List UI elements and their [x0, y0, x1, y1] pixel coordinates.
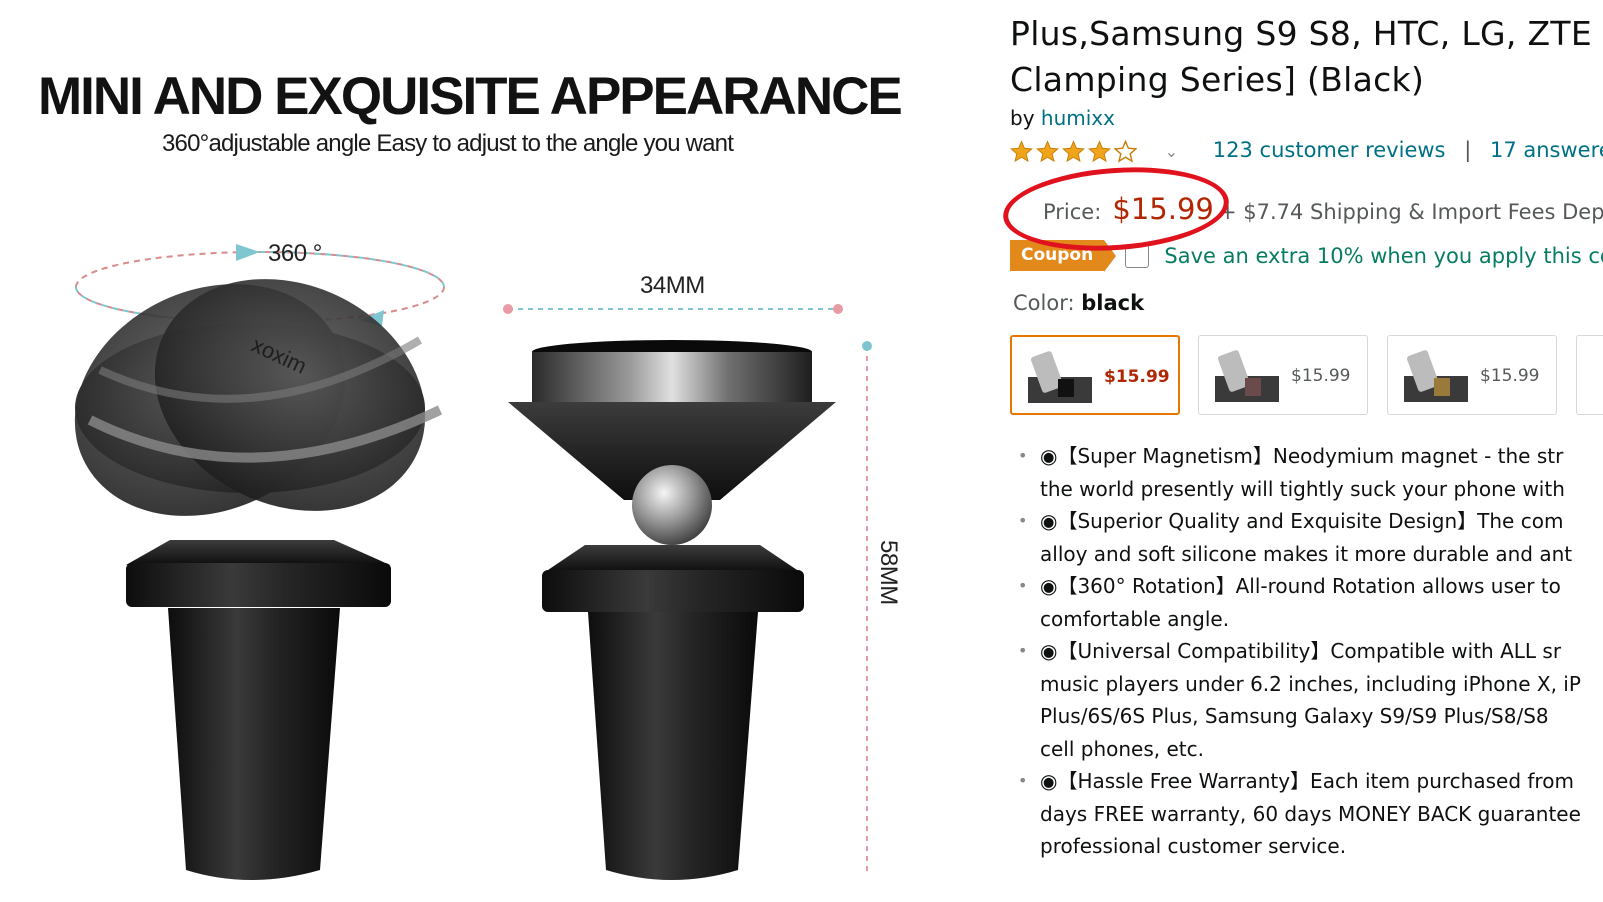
bullet-continuation: alloy and soft silicone makes it more du… — [1040, 541, 1573, 566]
hero-title: MINI AND EXQUISITE APPEARANCE — [38, 67, 903, 126]
swatch-thumbnail — [1028, 351, 1092, 403]
swatch-thumbnail — [1215, 350, 1279, 402]
color-label: Color: — [1013, 291, 1075, 315]
bullet-line: ◉【Super Magnetism】Neodymium magnet - the… — [1018, 440, 1603, 473]
customer-reviews-link[interactable]: 123 customer reviews — [1213, 138, 1446, 162]
answered-questions-link[interactable]: 17 answere — [1490, 138, 1603, 162]
bullet-continuation: cell phones, etc. — [1040, 736, 1204, 761]
swatch-thumbnail — [1404, 350, 1468, 402]
height-dimension-label: 58MM — [875, 540, 902, 605]
bullet-continuation: the world presently will tightly suck yo… — [1040, 476, 1565, 501]
brand-link[interactable]: humixx — [1041, 106, 1115, 130]
rating-row: ⌄ 123 customer reviews | 17 answere — [1010, 138, 1603, 166]
bullet-line: ◉【Universal Compatibility】Compatible wit… — [1018, 635, 1603, 668]
product-hero-image[interactable]: xoxim MINI AND EXQUISITE APPEARANCE 360°… — [0, 0, 960, 902]
product-info-panel: Plus,Samsung S9 S8, HTC, LG, ZTE Clampin… — [1010, 0, 1603, 902]
star-full-icon — [1088, 139, 1111, 162]
bullet-line: ◉【Superior Quality and Exquisite Design】… — [1018, 505, 1603, 538]
color-swatch[interactable]: $15.99 — [1010, 335, 1180, 415]
bullet-continuation: Plus/6S/6S Plus, Samsung Galaxy S9/S9 Pl… — [1040, 704, 1549, 728]
product-title-line-1: Plus,Samsung S9 S8, HTC, LG, ZTE — [1010, 14, 1593, 53]
bullet-continuation: days FREE warranty, 60 days MONEY BACK g… — [1040, 801, 1581, 826]
bullet-continuation: professional customer service. — [1040, 834, 1347, 858]
bullet-line: ◉【360° Rotation】All-round Rotation allow… — [1018, 570, 1603, 603]
coupon-text[interactable]: Save an extra 10% when you apply this co — [1164, 244, 1603, 268]
star-rating[interactable] — [1010, 138, 1147, 163]
separator: | — [1464, 138, 1472, 162]
star-empty-icon — [1114, 139, 1137, 163]
star-full-icon — [1036, 139, 1059, 162]
product-title-line-2: Clamping Series] (Black) — [1010, 60, 1425, 99]
shipping-fees: + $7.74 Shipping & Import Fees Dep — [1218, 200, 1603, 224]
color-swatch[interactable]: $15.99 — [1387, 335, 1557, 415]
byline: by humixx — [1010, 106, 1115, 130]
rotation-label: 360 ° — [268, 240, 322, 267]
swatch-price: $15.99 — [1104, 367, 1170, 387]
star-full-icon — [1010, 139, 1033, 162]
width-dimension-label: 34MM — [640, 272, 705, 299]
star-full-icon — [1062, 139, 1085, 162]
bullet-continuation: comfortable angle. — [1040, 606, 1230, 631]
color-swatch[interactable]: $15.99 — [1198, 335, 1368, 415]
color-selection: Color: black — [1013, 291, 1144, 315]
color-swatch[interactable] — [1576, 335, 1603, 415]
bullet-line: ◉【Hassle Free Warranty】Each item purchas… — [1018, 765, 1603, 798]
hero-subtitle: 360°adjustable angle Easy to adjust to t… — [162, 130, 734, 157]
by-prefix: by — [1010, 106, 1035, 130]
color-value: black — [1081, 291, 1145, 315]
chevron-down-icon[interactable]: ⌄ — [1165, 142, 1178, 161]
bullet-continuation: music players under 6.2 inches, includin… — [1040, 671, 1581, 696]
swatch-price: $15.99 — [1480, 366, 1540, 386]
swatch-price: $15.99 — [1291, 366, 1351, 386]
feature-bullets: ◉【Super Magnetism】Neodymium magnet - the… — [1018, 440, 1603, 863]
